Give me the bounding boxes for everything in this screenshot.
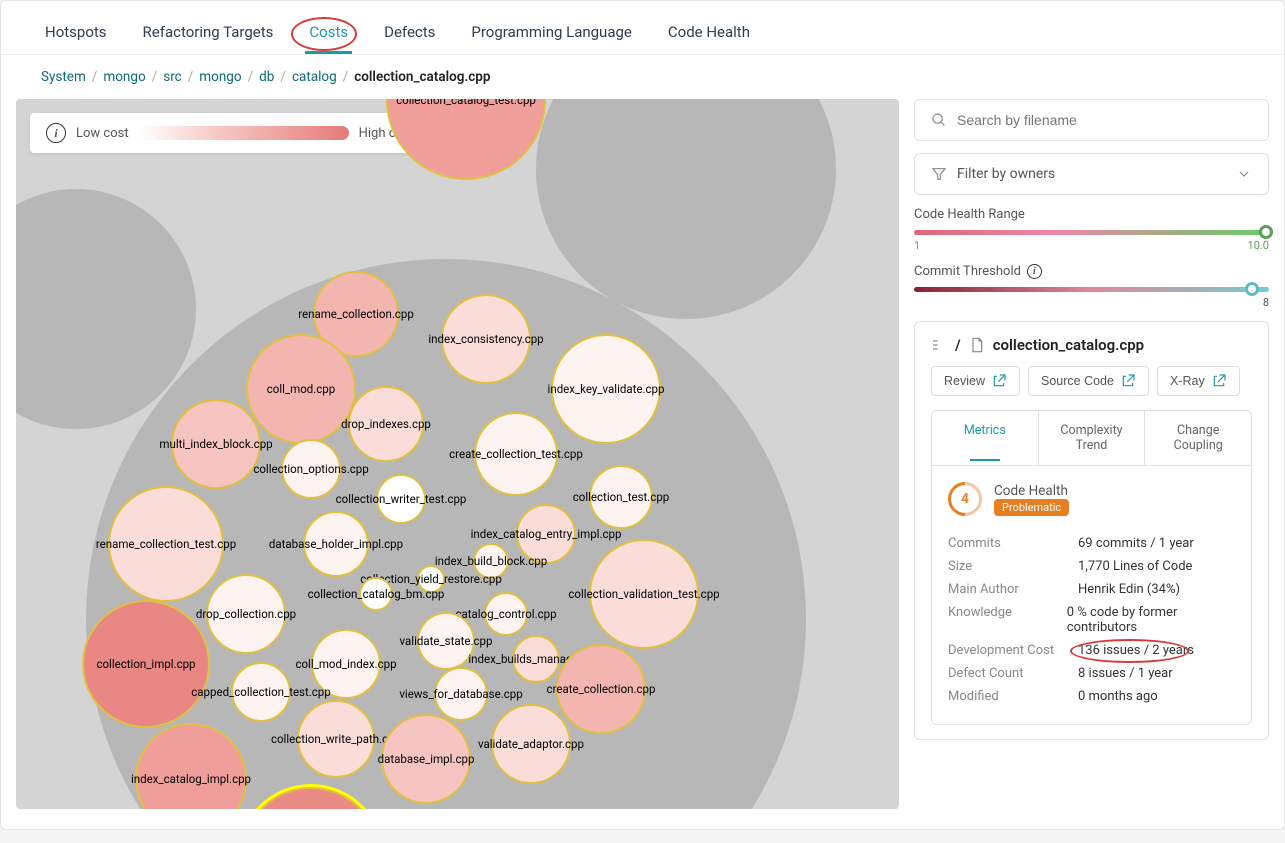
breadcrumb-link[interactable]: System xyxy=(41,69,86,85)
file-bubble[interactable]: validate_adaptor.cpp xyxy=(491,704,571,784)
stat-size: 1,770 Lines of Code xyxy=(1078,559,1192,574)
tab-refactoring-targets[interactable]: Refactoring Targets xyxy=(139,13,278,54)
tab-programming-language[interactable]: Programming Language xyxy=(467,13,635,54)
stat-author: Henrik Edin (34%) xyxy=(1078,582,1180,597)
file-bubble[interactable]: index_key_validate.cpp xyxy=(551,334,661,444)
tab-defects[interactable]: Defects xyxy=(380,13,439,54)
tab-hotspots[interactable]: Hotspots xyxy=(41,13,111,54)
file-bubble[interactable]: drop_indexes.cpp xyxy=(348,386,424,462)
filter-label: Filter by owners xyxy=(957,166,1055,182)
file-bubble[interactable]: database_holder_impl.cpp xyxy=(303,511,369,577)
slider-handle[interactable] xyxy=(1259,225,1273,239)
file-bubble[interactable]: capped_collection_test.cpp xyxy=(231,662,291,722)
external-link-icon xyxy=(1211,373,1227,389)
breadcrumb-link[interactable]: db xyxy=(259,69,274,85)
file-bubble[interactable]: rename_collection_test.cpp xyxy=(108,486,224,602)
search-icon xyxy=(931,112,947,128)
file-bubble[interactable]: catalog_control.cpp xyxy=(484,592,528,636)
file-bubble[interactable]: collection_impl.cpp xyxy=(82,600,210,728)
file-bubble[interactable]: collection_validation_test.cpp xyxy=(589,539,699,649)
slider-handle[interactable] xyxy=(1245,282,1259,296)
stat-knowledge: 0 % code by former contributors xyxy=(1067,605,1235,635)
filter-icon xyxy=(931,166,947,182)
search-box[interactable] xyxy=(914,99,1269,141)
stat-defect: 8 issues / 1 year xyxy=(1078,666,1173,681)
breadcrumb-link[interactable]: mongo xyxy=(199,69,241,85)
filename: collection_catalog.cpp xyxy=(993,336,1144,354)
breadcrumb: System/mongo/src/mongo/db/catalog/collec… xyxy=(1,55,1284,99)
file-bubble[interactable]: collection_catalog_bm.cpp xyxy=(359,577,393,611)
main-tabs: Hotspots Refactoring Targets Costs Defects P… xyxy=(1,1,1284,55)
cost-gradient xyxy=(139,126,349,140)
file-bubble[interactable]: database_impl.cpp xyxy=(381,714,471,804)
code-health-title: Code Health xyxy=(994,483,1069,499)
tab-costs[interactable]: Costs xyxy=(305,13,352,54)
detail-subtabs: Metrics Complexity Trend Change Coupling xyxy=(931,410,1252,466)
code-health-range[interactable]: Code Health Range 1 10.0 xyxy=(914,207,1269,252)
subtab-change-coupling[interactable]: Change Coupling xyxy=(1145,411,1251,465)
breadcrumb-link[interactable]: catalog xyxy=(292,69,337,85)
subtab-metrics[interactable]: Metrics xyxy=(932,411,1039,465)
file-bubble[interactable]: create_collection_test.cpp xyxy=(474,412,558,496)
file-bubble[interactable]: index_builds_manager.cpp xyxy=(512,635,560,683)
tree-icon[interactable] xyxy=(931,337,947,353)
file-bubble[interactable]: drop_collection.cpp xyxy=(206,574,286,654)
search-input[interactable] xyxy=(957,112,1252,128)
low-cost-label: Low cost xyxy=(76,126,129,141)
xray-button[interactable]: X-Ray xyxy=(1157,366,1240,396)
file-bubble[interactable]: collection_test.cpp xyxy=(589,465,653,529)
file-bubble[interactable]: create_collection.cpp xyxy=(556,644,646,734)
stat-commits: 69 commits / 1 year xyxy=(1078,536,1194,551)
file-bubble[interactable]: index_consistency.cpp xyxy=(441,294,531,384)
sidebar: Filter by owners Code Health Range 1 10.… xyxy=(914,99,1269,809)
chevron-down-icon xyxy=(1236,166,1252,182)
file-bubble[interactable]: coll_mod.cpp xyxy=(246,334,356,444)
problematic-badge: Problematic xyxy=(994,499,1069,516)
file-bubble[interactable]: collection_writer_test.cpp xyxy=(376,474,426,524)
file-bubble[interactable]: collection_options.cpp xyxy=(281,439,341,499)
file-bubble[interactable]: collection_catalog_test.cpp xyxy=(386,99,546,180)
info-icon[interactable]: i xyxy=(1027,264,1042,279)
source-code-button[interactable]: Source Code xyxy=(1028,366,1149,396)
file-bubble[interactable]: multi_index_block.cpp xyxy=(171,399,261,489)
file-bubble[interactable]: collection_write_path.cpp xyxy=(297,700,375,778)
external-link-icon xyxy=(1120,373,1136,389)
tab-code-health[interactable]: Code Health xyxy=(664,13,754,54)
breadcrumb-current: collection_catalog.cpp xyxy=(354,69,490,85)
breadcrumb-link[interactable]: mongo xyxy=(103,69,145,85)
health-score-ring: 4 xyxy=(941,475,989,523)
filter-by-owners[interactable]: Filter by owners xyxy=(914,153,1269,195)
file-bubble[interactable]: views_for_database.cpp xyxy=(434,667,488,721)
subtab-complexity-trend[interactable]: Complexity Trend xyxy=(1039,411,1146,465)
cost-legend: i Low cost High cost xyxy=(30,113,430,153)
info-icon[interactable]: i xyxy=(46,123,66,143)
file-detail-card: / collection_catalog.cpp Review Source C… xyxy=(914,321,1269,740)
file-bubble[interactable]: validate_state.cpp xyxy=(417,612,475,670)
stat-modified: 0 months ago xyxy=(1078,689,1158,704)
cost-visualization[interactable]: i Low cost High cost rename_collection.c… xyxy=(16,99,899,809)
review-button[interactable]: Review xyxy=(931,366,1020,396)
file-icon xyxy=(969,337,985,353)
stat-dev-cost: 136 issues / 2 years xyxy=(1078,643,1194,658)
commit-threshold[interactable]: Commit Threshold i 8 xyxy=(914,264,1269,309)
breadcrumb-link[interactable]: src xyxy=(163,69,181,85)
external-link-icon xyxy=(991,373,1007,389)
